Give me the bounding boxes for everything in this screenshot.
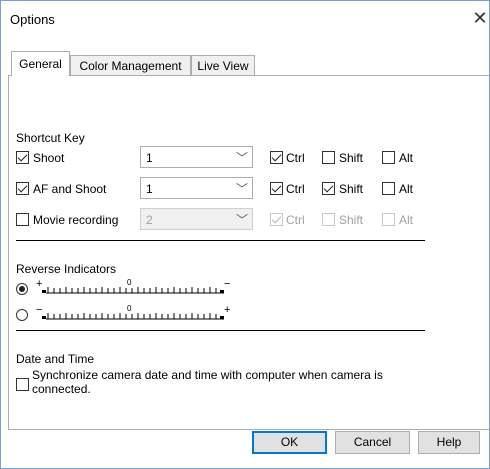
exposure-scale-reversed: − 0 + — [34, 304, 234, 324]
shoot-ctrl-checkbox[interactable] — [270, 151, 283, 164]
close-icon[interactable]: ✕ — [470, 6, 490, 30]
af-shoot-label: AF and Shoot — [33, 182, 107, 196]
shortcut-key-heading: Shortcut Key — [16, 131, 85, 145]
movie-recording-key-select: 2 ﹀ — [140, 208, 253, 230]
dialog-title: Options — [10, 12, 55, 27]
af-shoot-alt-checkbox[interactable] — [382, 182, 395, 195]
movie-ctrl-checkbox — [270, 213, 283, 226]
af-shoot-key-select[interactable]: 1 ﹀ — [140, 177, 253, 199]
shoot-checkbox[interactable] — [16, 151, 29, 164]
sync-date-time-checkbox[interactable] — [16, 378, 29, 391]
shortcut-divider — [16, 240, 425, 241]
ok-button[interactable]: OK — [252, 431, 327, 454]
exposure-scale-normal: + 0 − — [34, 278, 234, 298]
shoot-key-value: 1 — [146, 151, 153, 165]
scale-zero: 0 — [127, 304, 132, 313]
scale-right-sign: + — [224, 304, 230, 316]
scale-right-sign: − — [224, 278, 230, 290]
scale-left-sign: − — [36, 304, 42, 316]
af-shoot-key-value: 1 — [146, 182, 153, 196]
movie-recording-label: Movie recording — [33, 213, 119, 227]
reverse-divider — [16, 330, 425, 331]
shoot-ctrl-label: Ctrl — [286, 151, 305, 165]
movie-ctrl-label: Ctrl — [286, 213, 305, 227]
movie-recording-key-value: 2 — [146, 213, 153, 227]
scale-zero: 0 — [127, 278, 132, 287]
shoot-key-select[interactable]: 1 ﹀ — [140, 146, 253, 168]
af-shoot-ctrl-label: Ctrl — [286, 182, 305, 196]
movie-shift-label: Shift — [339, 213, 364, 227]
af-shoot-alt-label: Alt — [399, 182, 414, 196]
scale-left-sign: + — [36, 278, 42, 290]
chevron-down-icon: ﹀ — [235, 182, 248, 196]
reverse-option-normal-radio[interactable] — [16, 283, 28, 295]
shoot-label: Shoot — [33, 151, 65, 165]
movie-recording-checkbox[interactable] — [16, 213, 29, 226]
shoot-alt-checkbox[interactable] — [382, 151, 395, 164]
chevron-down-icon: ﹀ — [235, 213, 248, 227]
sync-date-time-label: Synchronize camera date and time with co… — [32, 368, 383, 396]
help-button[interactable]: Help — [418, 431, 480, 454]
shoot-shift-label: Shift — [339, 151, 364, 165]
tab-live-view[interactable]: Live View — [191, 55, 255, 75]
date-time-heading: Date and Time — [16, 352, 95, 366]
af-shoot-ctrl-checkbox[interactable] — [270, 182, 283, 195]
shoot-alt-label: Alt — [399, 151, 414, 165]
movie-shift-checkbox — [322, 213, 335, 226]
af-shoot-shift-label: Shift — [339, 182, 364, 196]
reverse-indicators-heading: Reverse Indicators — [16, 262, 117, 276]
reverse-option-reversed-radio[interactable] — [16, 309, 28, 321]
movie-alt-label: Alt — [399, 213, 414, 227]
chevron-down-icon: ﹀ — [235, 151, 248, 165]
cancel-button[interactable]: Cancel — [335, 431, 410, 454]
tab-general[interactable]: General — [11, 51, 70, 76]
af-shoot-shift-checkbox[interactable] — [322, 182, 335, 195]
shoot-shift-checkbox[interactable] — [322, 151, 335, 164]
af-shoot-checkbox[interactable] — [16, 182, 29, 195]
tab-color-management[interactable]: Color Management — [70, 55, 191, 75]
movie-alt-checkbox — [382, 213, 395, 226]
